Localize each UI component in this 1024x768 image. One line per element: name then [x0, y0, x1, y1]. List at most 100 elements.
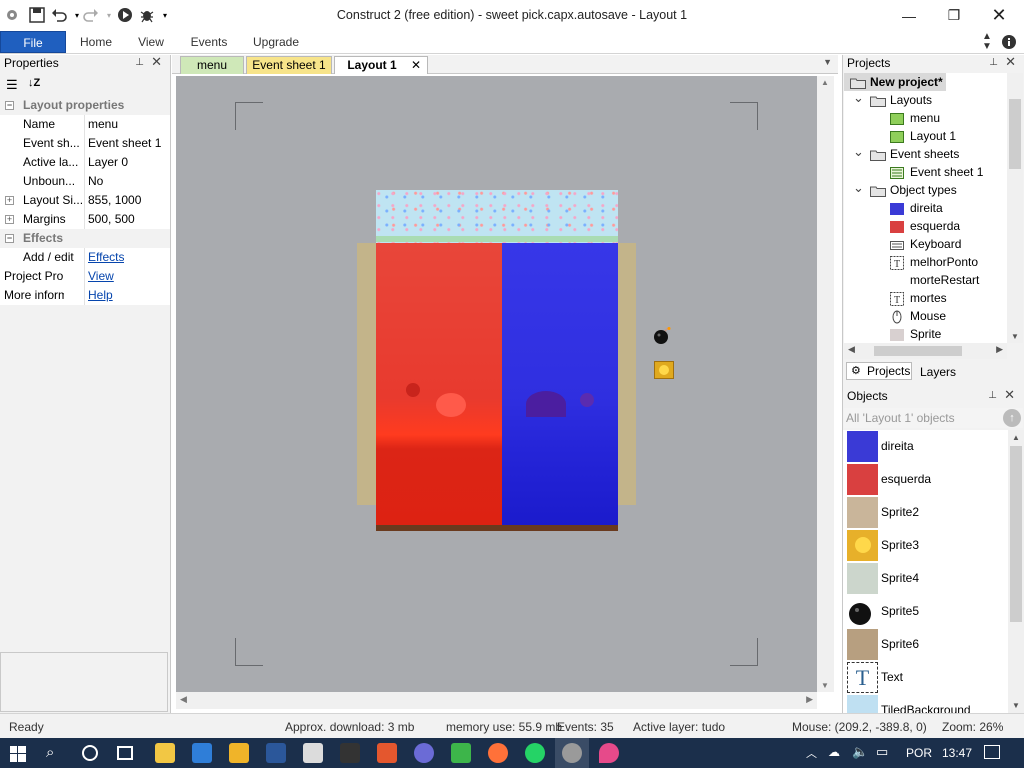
canvas-vertical-scrollbar[interactable]: ▲ ▼	[817, 76, 834, 692]
tree-item[interactable]: Layout 1	[844, 127, 1007, 145]
property-row[interactable]: Project Prop... View	[0, 267, 170, 286]
utorrent-icon[interactable]	[451, 743, 471, 763]
object-item[interactable]: Sprite3	[844, 529, 1007, 562]
notifications-icon[interactable]	[984, 745, 1000, 759]
property-value[interactable]: menu	[88, 115, 118, 134]
chevron-down-icon[interactable]: ⌄	[853, 143, 864, 161]
word-icon[interactable]	[266, 743, 286, 763]
language-indicator[interactable]: POR	[906, 746, 932, 760]
cortana-icon[interactable]	[82, 745, 98, 761]
volume-icon[interactable]: 🔈	[852, 744, 868, 760]
task-view-icon[interactable]	[117, 746, 133, 760]
property-value[interactable]: No	[88, 172, 103, 191]
tree-item[interactable]: esquerda	[844, 217, 1007, 235]
tree-item[interactable]: Keyboard	[844, 235, 1007, 253]
firefox-icon[interactable]	[488, 743, 508, 763]
close-icon[interactable]: ✕	[1004, 387, 1015, 403]
objects-scrollbar[interactable]: ▲ ▼	[1008, 430, 1024, 713]
expand-icon[interactable]: +	[5, 215, 14, 224]
construct2-taskbar-button[interactable]	[555, 738, 589, 768]
chevron-down-icon[interactable]: ⌄	[853, 89, 864, 107]
object-item[interactable]: T Text	[844, 661, 1007, 694]
tree-item[interactable]: direita	[844, 199, 1007, 217]
categorized-icon[interactable]: ☰	[6, 77, 18, 93]
tab-events[interactable]: Events	[184, 31, 234, 53]
pin-icon[interactable]: ⊥	[988, 388, 997, 404]
tree-item[interactable]: ⌄ Object types	[844, 179, 1007, 199]
property-category[interactable]: − Layout properties	[0, 96, 170, 115]
search-icon[interactable]: ⌕	[46, 744, 54, 761]
property-value[interactable]: Layer 0	[88, 153, 128, 172]
property-link[interactable]: Effects	[88, 248, 124, 267]
property-row[interactable]: Unboun... No	[0, 172, 170, 191]
whatsapp-icon[interactable]	[525, 743, 545, 763]
object-item[interactable]: Sprite2	[844, 496, 1007, 529]
esquerda-sprite[interactable]	[376, 243, 502, 525]
tab-list-dropdown-icon[interactable]: ▼	[823, 57, 832, 67]
close-icon[interactable]: ✕	[1005, 54, 1016, 70]
property-value[interactable]: 855, 1000	[88, 191, 141, 210]
expand-icon[interactable]: +	[5, 196, 14, 205]
tree-item[interactable]: menu	[844, 109, 1007, 127]
property-value[interactable]: Event sheet 1	[88, 134, 161, 153]
property-link[interactable]: Help	[88, 286, 113, 305]
object-item[interactable]: Sprite6	[844, 628, 1007, 661]
collapse-icon[interactable]: −	[5, 101, 14, 110]
tab-projects[interactable]: ⚙ Projects	[846, 362, 912, 380]
tree-item[interactable]: TmelhorPonto	[844, 253, 1007, 271]
object-item[interactable]: direita	[844, 430, 1007, 463]
clock[interactable]: 13:47	[942, 746, 972, 760]
tree-horizontal-scrollbar[interactable]: ◀ ▶	[844, 343, 1007, 359]
property-row[interactable]: Add / edit Effects	[0, 248, 170, 267]
left-pillar-sprite[interactable]	[357, 243, 376, 505]
tray-chevron-icon[interactable]: ︿	[806, 745, 817, 761]
tree-item[interactable]: ⌄ Event sheets	[844, 143, 1007, 163]
coin-sprite[interactable]	[654, 361, 674, 379]
sort-az-icon[interactable]: ↓Z	[28, 77, 40, 89]
tab-layout-1[interactable]: Layout 1 ✕	[334, 56, 428, 74]
direita-sprite[interactable]	[502, 243, 618, 525]
tree-item[interactable]: Mouse	[844, 307, 1007, 325]
restore-icon[interactable]: ❐	[931, 0, 977, 31]
mail-icon[interactable]	[192, 743, 212, 763]
property-row[interactable]: Active la... Layer 0	[0, 153, 170, 172]
tab-menu[interactable]: menu	[180, 56, 244, 74]
app-icon-13[interactable]	[599, 743, 619, 763]
object-item[interactable]: Sprite4	[844, 562, 1007, 595]
app-icon-6[interactable]	[340, 743, 360, 763]
tree-item[interactable]: ⌄ Layouts	[844, 89, 1007, 109]
collapse-icon[interactable]: −	[5, 234, 14, 243]
object-item[interactable]: TiledBackground	[844, 694, 1007, 713]
property-row[interactable]: Name menu	[0, 115, 170, 134]
app-icon-5[interactable]	[303, 743, 323, 763]
ribbon-scroll-icon[interactable]: ▲ ▼	[978, 31, 996, 53]
bomb-sprite[interactable]	[653, 327, 673, 345]
tab-file[interactable]: File	[0, 31, 66, 53]
tree-item[interactable]: Tmortes	[844, 289, 1007, 307]
property-row[interactable]: + Margins 500, 500	[0, 210, 170, 229]
canvas-horizontal-scrollbar[interactable]: ◀ ▶	[176, 692, 817, 709]
windows-start-icon[interactable]	[10, 746, 26, 765]
onedrive-icon[interactable]: ☁	[828, 745, 840, 759]
tree-item[interactable]: Sprite	[844, 325, 1007, 343]
property-value[interactable]: 500, 500	[88, 210, 135, 229]
minimize-icon[interactable]: ―	[886, 0, 932, 31]
property-row[interactable]: Event sh... Event sheet 1	[0, 134, 170, 153]
network-icon[interactable]: ▭	[876, 744, 888, 760]
pin-icon[interactable]: ⊥	[135, 55, 144, 71]
tab-view[interactable]: View	[128, 31, 174, 53]
property-row[interactable]: More inform... Help	[0, 286, 170, 305]
property-category[interactable]: − Effects	[0, 229, 170, 248]
property-row[interactable]: + Layout Si... 855, 1000	[0, 191, 170, 210]
object-item[interactable]: esquerda	[844, 463, 1007, 496]
pin-icon[interactable]: ⊥	[989, 55, 998, 71]
tab-event-sheet-1[interactable]: Event sheet 1	[246, 56, 332, 74]
app-icon-3[interactable]	[229, 743, 249, 763]
tab-home[interactable]: Home	[72, 31, 120, 53]
property-link[interactable]: View	[88, 267, 114, 286]
chevron-down-icon[interactable]: ⌄	[853, 179, 864, 197]
tree-item[interactable]: Event sheet 1	[844, 163, 1007, 181]
app-icon-7[interactable]	[377, 743, 397, 763]
close-icon[interactable]: ✕	[151, 54, 162, 70]
object-item[interactable]: Sprite5	[844, 595, 1007, 628]
